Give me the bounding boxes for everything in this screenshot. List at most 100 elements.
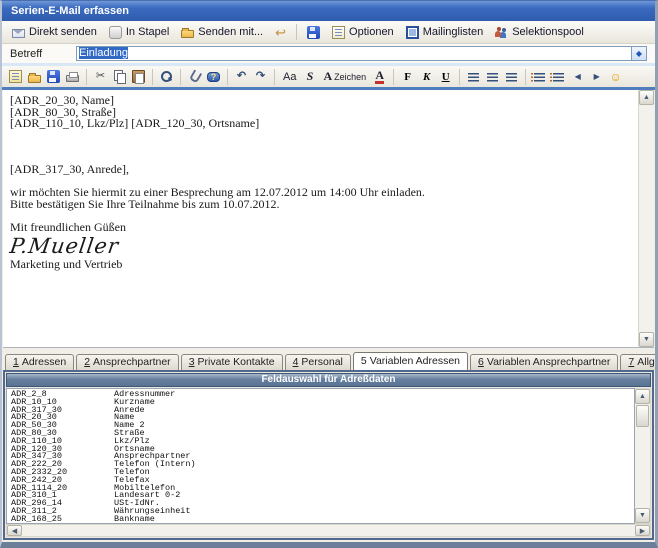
bottom-tab-strip: 1Adressen 2Ansprechpartner 3Private Kont… <box>2 352 655 370</box>
selektionspool-button[interactable]: Selektionspool <box>489 23 590 42</box>
tab-allgemeine-variablen[interactable]: 7Allgemeine Variablen <box>620 354 658 370</box>
serial-email-window: Serien-E-Mail erfassen Direkt senden In … <box>0 0 658 548</box>
tab-label: Adressen <box>22 356 66 368</box>
save-file-button[interactable] <box>44 68 63 86</box>
help-bubble-button[interactable] <box>204 68 223 86</box>
format-separator <box>274 69 275 85</box>
tab-private-kontakte[interactable]: 3Private Kontakte <box>181 354 283 370</box>
scroll-up-button[interactable]: ▲ <box>639 90 654 105</box>
copy-button[interactable] <box>110 68 129 86</box>
field-row[interactable]: ADR_110_10Lkz/Plz <box>11 438 634 446</box>
format-separator <box>86 69 87 85</box>
tab-label: Ansprechpartner <box>93 356 171 368</box>
open-button[interactable] <box>25 68 44 86</box>
scrollbar-track[interactable] <box>635 428 650 508</box>
outdent-button[interactable]: ◀ <box>568 68 587 86</box>
save-icon <box>47 70 60 83</box>
smiley-button[interactable]: ☺ <box>606 68 625 86</box>
field-row[interactable]: ADR_168_25Bankname <box>11 516 634 524</box>
field-row[interactable]: ADR_20_30Name <box>11 414 634 422</box>
field-row[interactable]: ADR_311_2Währungseinheit <box>11 508 634 516</box>
subject-picker-button[interactable]: ◆ <box>632 46 647 61</box>
italic-button[interactable]: K <box>417 68 436 86</box>
in-stapel-button[interactable]: In Stapel <box>103 23 175 42</box>
reply-arrow-icon: ↩ <box>275 26 286 39</box>
tab-ansprechpartner[interactable]: 2Ansprechpartner <box>76 354 178 370</box>
field-row[interactable]: ADR_347_30Ansprechpartner <box>11 453 634 461</box>
batch-icon <box>109 26 122 39</box>
email-body-editor[interactable]: [ADR_20_30, Name] [ADR_80_30, Straße] [A… <box>3 90 638 347</box>
font-size-button[interactable]: S <box>300 68 319 86</box>
cut-button[interactable]: ✂ <box>91 68 110 86</box>
field-row[interactable]: ADR_1114_20Mobiltelefon <box>11 485 634 493</box>
direkt-senden-label: Direkt senden <box>29 26 97 38</box>
align-left-icon <box>468 73 479 82</box>
tab-variablen-ansprechpartner[interactable]: 6Variablen Ansprechpartner <box>470 354 618 370</box>
field-list-horizontal-scrollbar[interactable]: ◀ ▶ <box>6 524 651 537</box>
align-center-button[interactable] <box>483 68 502 86</box>
tab-personal[interactable]: 4Personal <box>285 354 351 370</box>
editor-wrap: [ADR_20_30, Name] [ADR_80_30, Straße] [A… <box>3 90 654 348</box>
outdent-icon: ◀ <box>575 70 581 83</box>
arrow-right-icon: ▶ <box>640 527 645 535</box>
align-right-button[interactable] <box>502 68 521 86</box>
window-title: Serien-E-Mail erfassen <box>11 5 129 17</box>
direkt-senden-button[interactable]: Direkt senden <box>6 23 103 41</box>
field-row[interactable]: ADR_2332_20Telefon <box>11 469 634 477</box>
undo-button[interactable]: ↶ <box>232 68 251 86</box>
print-button[interactable] <box>63 68 82 86</box>
scroll-right-button[interactable]: ▶ <box>635 525 650 536</box>
senden-mit-button[interactable]: Senden mit... <box>175 23 269 41</box>
scroll-left-button[interactable]: ◀ <box>7 525 22 536</box>
new-document-button[interactable] <box>6 68 25 86</box>
redo-button[interactable]: ↷ <box>251 68 270 86</box>
field-row[interactable]: ADR_222_20Telefon (Intern) <box>11 461 634 469</box>
tab-number: 6 <box>478 356 484 368</box>
paste-button[interactable] <box>129 68 148 86</box>
save-button[interactable] <box>301 23 326 42</box>
field-row[interactable]: ADR_120_30Ortsname <box>11 446 634 454</box>
scroll-up-button[interactable]: ▲ <box>635 389 650 404</box>
align-center-icon <box>487 73 498 82</box>
diamond-icon: ◆ <box>636 49 642 58</box>
editor-vertical-scrollbar[interactable]: ▲ ▼ <box>638 90 654 347</box>
field-row[interactable]: ADR_296_14USt-IdNr. <box>11 500 634 508</box>
bullet-list-button[interactable] <box>549 68 568 86</box>
align-left-button[interactable] <box>464 68 483 86</box>
indent-button[interactable]: ▶ <box>587 68 606 86</box>
zeichen-a-label: A <box>323 69 332 84</box>
tab-adressen[interactable]: 1Adressen <box>5 354 74 370</box>
font-button[interactable]: Aa <box>279 68 300 86</box>
field-list[interactable]: ADR_2_8Adressnummer ADR_10_10Kurzname AD… <box>6 388 635 524</box>
numbered-list-button[interactable] <box>530 68 549 86</box>
field-list-vertical-scrollbar[interactable]: ▲ ▼ <box>635 388 651 524</box>
subject-input[interactable]: Einladung <box>76 46 632 61</box>
field-row[interactable]: ADR_310_1Landesart 0-2 <box>11 492 634 500</box>
scroll-down-button[interactable]: ▼ <box>639 332 654 347</box>
underline-button[interactable]: U <box>436 68 455 86</box>
field-row[interactable]: ADR_317_30Anrede <box>11 407 634 415</box>
tab-number: 7 <box>628 356 634 368</box>
bold-button[interactable]: F <box>398 68 417 86</box>
font-size-label: S <box>307 69 314 84</box>
scroll-down-button[interactable]: ▼ <box>635 508 650 523</box>
field-row[interactable]: ADR_50_30Name 2 <box>11 422 634 430</box>
font-color-button[interactable]: A <box>370 68 389 86</box>
field-row[interactable]: ADR_242_20Telefax <box>11 477 634 485</box>
tab-variablen-adressen[interactable]: 5Variablen Adressen <box>353 352 468 370</box>
attach-button[interactable] <box>185 68 204 86</box>
tab-label: Private Kontakte <box>198 356 275 368</box>
send-with-icon <box>181 30 194 38</box>
zeichen-button[interactable]: A Zeichen <box>319 68 370 86</box>
reply-button[interactable]: ↩ <box>269 23 292 42</box>
scrollbar-thumb[interactable] <box>636 405 649 427</box>
mailinglisten-button[interactable]: Mailinglisten <box>400 23 490 42</box>
field-row[interactable]: ADR_2_8Adressnummer <box>11 391 634 399</box>
field-row[interactable]: ADR_80_30Straße <box>11 430 634 438</box>
field-row[interactable]: ADR_10_10Kurzname <box>11 399 634 407</box>
optionen-button[interactable]: Optionen <box>326 23 400 42</box>
format-toolbar: ✂ ↶ ↷ Aa S A Zeichen A F K U ◀ ▶ ☺ <box>2 66 655 87</box>
toolbar-separator <box>296 24 297 40</box>
search-button[interactable] <box>157 68 176 86</box>
bold-label: F <box>404 71 411 83</box>
